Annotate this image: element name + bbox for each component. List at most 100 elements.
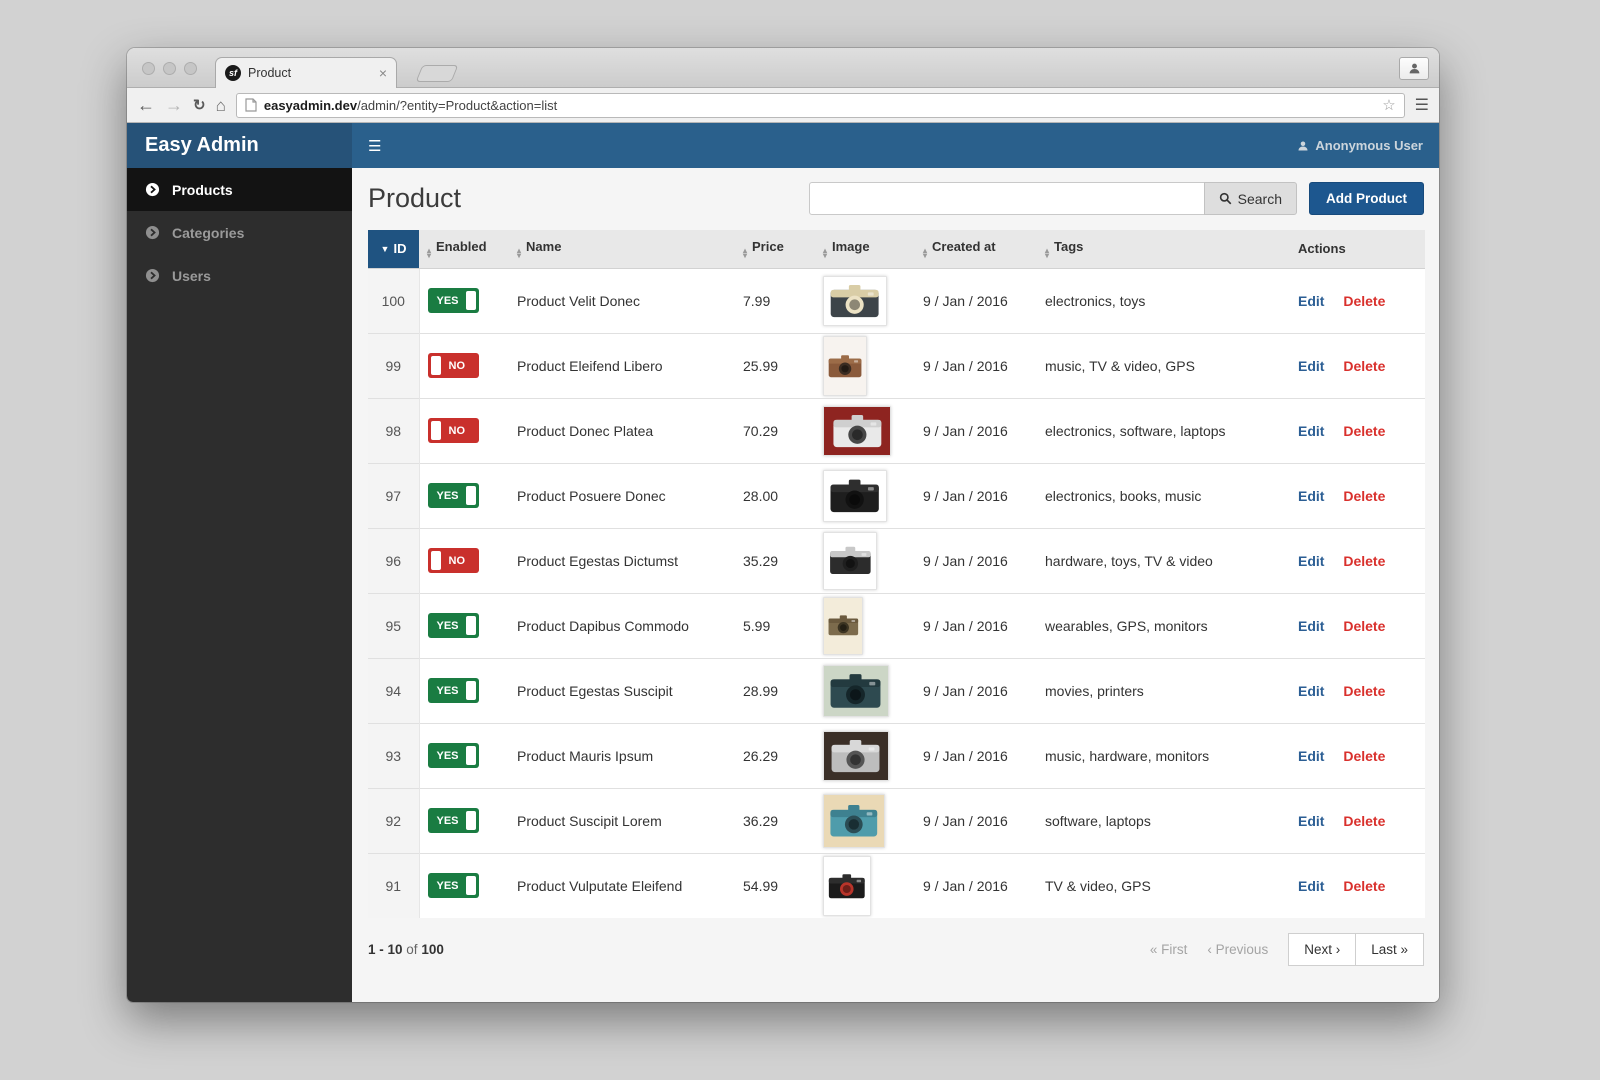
delete-link[interactable]: Delete (1343, 423, 1385, 439)
enabled-toggle[interactable]: NO (427, 353, 479, 378)
delete-link[interactable]: Delete (1343, 488, 1385, 504)
edit-link[interactable]: Edit (1298, 358, 1324, 374)
tab-close-icon[interactable]: × (379, 66, 387, 80)
enabled-toggle[interactable]: NO (427, 418, 479, 443)
product-image (823, 531, 877, 590)
edit-link[interactable]: Edit (1298, 748, 1324, 764)
table-row: 99 NO Product Eleifend Libero 25.99 9 / … (368, 333, 1425, 398)
window-close-button[interactable] (142, 62, 155, 75)
url-domain: easyadmin.dev (263, 97, 358, 113)
cell-tags: software, laptops (1045, 812, 1151, 829)
cell-enabled: YES (419, 723, 509, 788)
sidebar-item-products[interactable]: Products (127, 168, 352, 211)
toggle-label: NO (448, 359, 466, 372)
table-row: 92 YES Product Suscipit Lorem 36.29 9 / … (368, 788, 1425, 853)
url-bar[interactable]: easyadmin.dev/admin/?entity=Product&acti… (235, 92, 1405, 118)
sort-icon: ▴ ▾ (743, 246, 748, 261)
enabled-toggle[interactable]: YES (427, 873, 479, 899)
delete-link[interactable]: Delete (1343, 683, 1385, 699)
cell-created-at: 9 / Jan / 2016 (923, 292, 1008, 309)
cell-price: 28.00 (743, 487, 779, 504)
edit-link[interactable]: Edit (1298, 423, 1324, 439)
column-header-price[interactable]: ▴ ▾ Price (735, 230, 815, 269)
column-header-tags[interactable]: ▴ ▾ Tags (1037, 230, 1290, 269)
delete-link[interactable]: Delete (1343, 293, 1385, 309)
delete-link[interactable]: Delete (1343, 553, 1385, 569)
toggle-knob (465, 681, 476, 700)
cell-id: 99 (368, 333, 420, 398)
enabled-toggle[interactable]: YES (427, 678, 479, 703)
edit-link[interactable]: Edit (1298, 488, 1324, 504)
delete-link[interactable]: Delete (1343, 813, 1385, 829)
delete-link[interactable]: Delete (1343, 358, 1385, 374)
forward-icon[interactable]: → (165, 96, 183, 114)
search-button[interactable]: Search (1203, 182, 1297, 215)
edit-link[interactable]: Edit (1298, 618, 1324, 634)
edit-link[interactable]: Edit (1298, 553, 1324, 569)
delete-link[interactable]: Delete (1343, 878, 1385, 894)
enabled-toggle[interactable]: NO (427, 548, 479, 573)
pagination-previous[interactable]: ‹ Previous (1207, 942, 1268, 957)
cell-actions: Edit Delete (1290, 333, 1425, 398)
pagination-first[interactable]: « First (1150, 942, 1188, 957)
edit-link[interactable]: Edit (1298, 878, 1324, 894)
toggle-label: YES (436, 749, 459, 762)
cell-price: 25.99 (743, 357, 779, 374)
cell-created-at: 9 / Jan / 2016 (923, 812, 1008, 829)
brand-logo[interactable]: Easy Admin (127, 123, 352, 168)
browser-menu-icon[interactable]: ☰ (1415, 95, 1429, 115)
edit-link[interactable]: Edit (1298, 683, 1324, 699)
cell-actions: Edit Delete (1290, 723, 1425, 788)
enabled-toggle[interactable]: YES (427, 808, 479, 833)
cell-tags: hardware, toys, TV & video (1045, 552, 1213, 569)
cell-created-at: 9 / Jan / 2016 (923, 682, 1008, 699)
back-icon[interactable]: ← (137, 96, 155, 114)
product-image (823, 793, 885, 848)
new-tab-button[interactable] (415, 65, 459, 82)
cell-price: 35.29 (743, 552, 779, 569)
bookmark-star-icon[interactable]: ☆ (1382, 96, 1395, 114)
column-header-id[interactable]: ▼ ID (368, 230, 419, 269)
sidebar-toggle-icon[interactable]: ☰ (368, 137, 381, 155)
column-header-enabled[interactable]: ▴ ▾ Enabled (419, 230, 509, 269)
cell-image (815, 788, 915, 853)
user-icon (1298, 141, 1308, 150)
window-minimize-button[interactable] (163, 62, 176, 75)
cell-price: 70.29 (743, 422, 779, 439)
column-header-created-at[interactable]: ▴ ▾ Created at (915, 230, 1037, 269)
sidebar-item-categories[interactable]: Categories (127, 211, 352, 254)
user-menu[interactable]: Anonymous User (1297, 138, 1423, 153)
enabled-toggle[interactable]: YES (427, 288, 479, 313)
cell-actions: Edit Delete (1290, 268, 1425, 333)
head-controls: Search Add Product (808, 182, 1424, 215)
edit-link[interactable]: Edit (1298, 293, 1324, 309)
reload-icon[interactable]: ↻ (193, 98, 206, 113)
delete-link[interactable]: Delete (1343, 748, 1385, 764)
edit-link[interactable]: Edit (1298, 813, 1324, 829)
browser-tab[interactable]: sf Product × (215, 57, 397, 88)
enabled-toggle[interactable]: YES (427, 743, 479, 768)
add-product-button[interactable]: Add Product (1309, 182, 1424, 215)
cell-id: 97 (368, 463, 420, 528)
enabled-toggle[interactable]: YES (427, 483, 479, 508)
browser-toolbar: ← → ↻ ⌂ easyadmin.dev/admin/?entity=Prod… (127, 88, 1439, 123)
pagination-next[interactable]: Next › (1288, 933, 1357, 966)
easyadmin-app: Easy Admin ☰ Anonymous User Products Cat… (127, 123, 1439, 1002)
enabled-toggle[interactable]: YES (427, 613, 479, 638)
toggle-label: YES (436, 294, 459, 307)
column-header-image[interactable]: ▴ ▾ Image (815, 230, 915, 269)
pagination-last[interactable]: Last » (1355, 933, 1424, 966)
window-zoom-button[interactable] (184, 62, 197, 75)
browser-profile-button[interactable] (1399, 57, 1429, 80)
toggle-knob (465, 616, 476, 635)
page-head: Product Search Add Product (368, 182, 1424, 215)
column-header-name[interactable]: ▴ ▾ Name (509, 230, 735, 269)
home-icon[interactable]: ⌂ (216, 97, 226, 114)
cell-enabled: NO (419, 398, 509, 463)
delete-link[interactable]: Delete (1343, 618, 1385, 634)
cell-tags: electronics, software, laptops (1045, 422, 1226, 439)
toggle-knob (465, 291, 476, 310)
search-input[interactable] (808, 182, 1205, 215)
list-footer: 1 - 10 of 100 « First ‹ Previous Next › … (368, 933, 1424, 966)
sidebar-item-users[interactable]: Users (127, 254, 352, 297)
